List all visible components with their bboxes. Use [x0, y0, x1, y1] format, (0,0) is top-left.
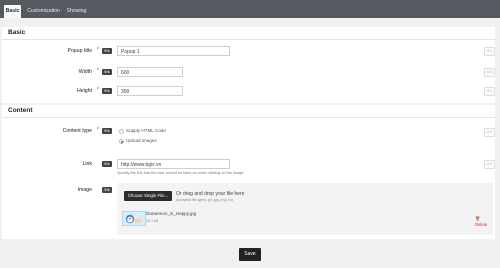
- radio-supply-html-label: Supply HTML Code: [126, 128, 166, 133]
- delete-label: Delete: [475, 222, 488, 227]
- content-type-reset-button[interactable]: 0 k: [484, 128, 495, 137]
- radio-upload-images-label: Upload images: [126, 138, 157, 143]
- image-label: Image: [77, 187, 92, 193]
- tab-customization[interactable]: Customization: [26, 5, 61, 18]
- file-name: Doraemon_is_Happy.jpg: [146, 211, 197, 216]
- choose-file-button[interactable]: Choose Single File...: [124, 191, 172, 201]
- width-input[interactable]: 600: [117, 67, 183, 77]
- file-thumbnail: [122, 211, 146, 226]
- save-button[interactable]: Save: [239, 248, 261, 261]
- basic-section-title: Basic: [8, 29, 26, 36]
- drop-zone-text: Or drag and drop your file here: [176, 191, 245, 197]
- width-reset-button[interactable]: 0 k: [484, 68, 495, 77]
- popup-title-input[interactable]: Popup 1: [117, 46, 230, 56]
- required-star: *: [97, 87, 99, 93]
- height-reset-button[interactable]: 0 k: [484, 87, 495, 96]
- height-code-badge: 0 k: [102, 88, 112, 94]
- link-help-text: Specify the link that the user should be…: [117, 171, 244, 175]
- image-code-badge: 0 k: [102, 187, 112, 193]
- height-input[interactable]: 300: [117, 86, 183, 96]
- popup-title-code-badge: 0 k: [102, 48, 112, 54]
- content-section-header: Content: [2, 105, 495, 118]
- link-input[interactable]: http://www.bgix.vn: [117, 159, 230, 169]
- basic-panel: Basic Popup title * 0 k Popup 1 0 k Widt…: [2, 27, 495, 103]
- radio-upload-images[interactable]: [119, 139, 124, 144]
- image-upload-area[interactable]: Choose Single File... Or drag and drop y…: [117, 183, 493, 235]
- radio-supply-html[interactable]: [119, 129, 124, 134]
- content-type-code-badge: 0 k: [102, 128, 112, 134]
- delete-file-link[interactable]: 🗑 Delete: [475, 216, 493, 227]
- tab-basic[interactable]: Basic: [4, 5, 21, 18]
- required-star: *: [97, 68, 99, 74]
- trash-icon: 🗑: [475, 216, 481, 221]
- basic-section-header: Basic: [2, 27, 495, 40]
- top-tab-bar: Basic Customization Showing: [0, 0, 500, 18]
- width-code-badge: 0 k: [102, 69, 112, 75]
- required-star: *: [97, 127, 99, 133]
- popup-title-label: Popup title: [67, 48, 92, 54]
- width-label: Width: [78, 69, 92, 75]
- height-label: Height: [77, 88, 92, 94]
- file-size: 20.1 kB: [146, 219, 159, 223]
- content-type-label: Content type: [62, 128, 92, 134]
- popup-title-reset-button[interactable]: 0 k: [484, 47, 495, 56]
- tab-showing[interactable]: Showing: [64, 5, 89, 18]
- content-panel: Content Content type * 0 k Supply HTML C…: [2, 105, 495, 239]
- accepted-file-types: Accepted file types: jpl, jpg, png, ico: [176, 198, 234, 202]
- required-star: *: [97, 47, 99, 53]
- link-reset-button[interactable]: 0 k: [484, 160, 495, 169]
- link-code-badge: 0 k: [102, 161, 112, 167]
- link-label: Link: [82, 161, 92, 167]
- content-section-title: Content: [8, 107, 33, 114]
